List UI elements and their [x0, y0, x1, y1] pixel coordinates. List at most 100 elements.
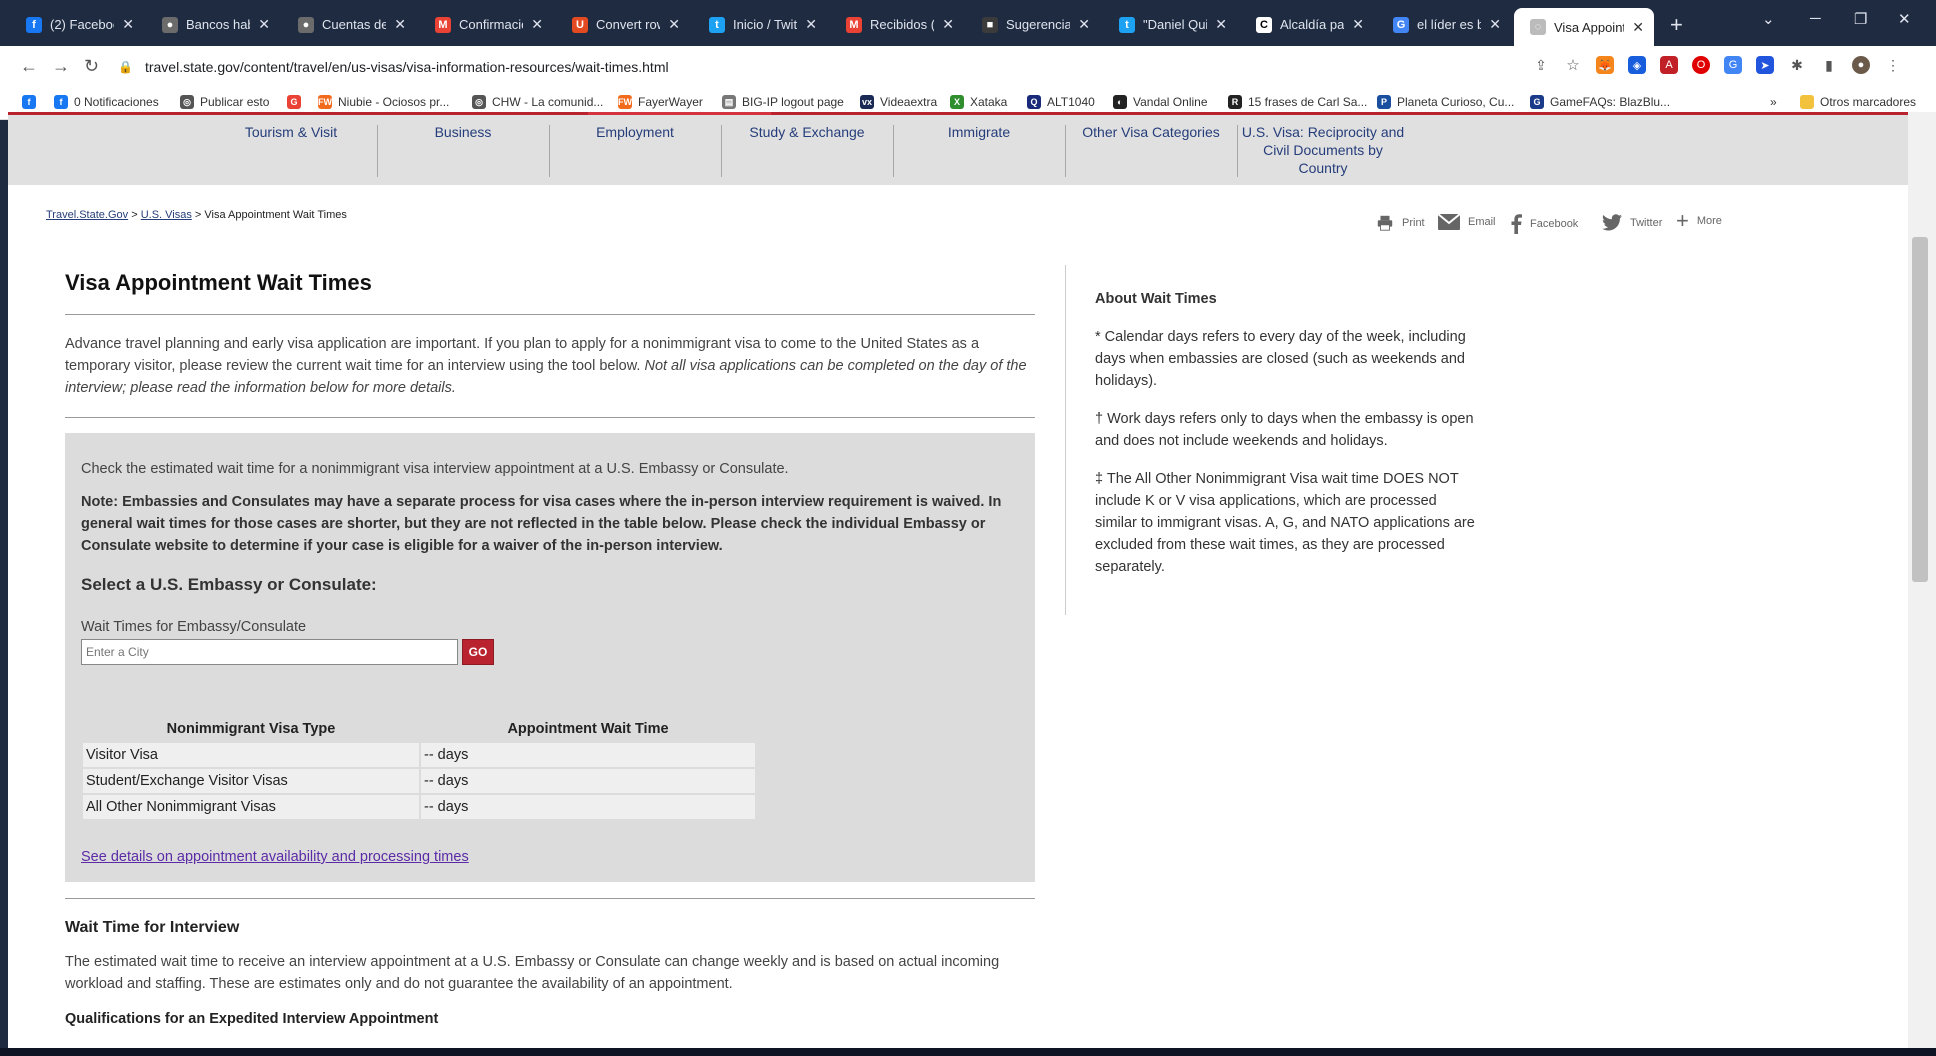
nav-item[interactable]: Tourism & Visit	[205, 123, 377, 141]
opera-icon[interactable]: O	[1692, 56, 1710, 74]
bookmark-item[interactable]: P Planeta Curioso, Cu...	[1377, 95, 1514, 109]
tab-title[interactable]: Recibidos (95	[870, 17, 934, 32]
close-tab-icon[interactable]: ✕	[1489, 16, 1501, 33]
browser-tab[interactable]: M Confirmación ✕	[419, 10, 553, 39]
bitwarden-icon[interactable]: ◈	[1628, 56, 1646, 74]
sidepanel-icon[interactable]: ▮	[1820, 56, 1838, 74]
bookmark-item[interactable]: ◎ CHW - La comunid...	[472, 95, 603, 109]
tab-title[interactable]: Visa Appointm	[1554, 20, 1624, 35]
tab-search-icon[interactable]: ⌄	[1762, 10, 1775, 28]
close-window-icon[interactable]: ✕	[1898, 10, 1911, 28]
bookmark-item[interactable]: FW Niubie - Ociosos pr...	[318, 95, 449, 109]
profile-avatar-icon[interactable]: ●	[1852, 56, 1870, 74]
close-tab-icon[interactable]: ✕	[531, 16, 543, 33]
nav-item[interactable]: Employment	[549, 123, 721, 141]
tab-title[interactable]: Cuentas de ah	[322, 17, 386, 32]
close-tab-icon[interactable]: ✕	[394, 16, 406, 33]
share-icon[interactable]: ⇪	[1532, 56, 1550, 74]
other-bookmarks[interactable]: Otros marcadores	[1800, 95, 1916, 109]
city-input[interactable]	[81, 639, 458, 665]
metamask-icon[interactable]: 🦊	[1596, 56, 1614, 74]
close-tab-icon[interactable]: ✕	[258, 16, 270, 33]
bookmark-item[interactable]: vx Videaextra	[860, 95, 937, 109]
bookmark-label[interactable]: Xataka	[970, 95, 1007, 109]
bookmark-item[interactable]: ▤ BIG-IP logout page	[722, 95, 844, 109]
close-tab-icon[interactable]: ✕	[668, 16, 680, 33]
back-icon[interactable]: ←	[20, 56, 38, 77]
browser-tab[interactable]: M Recibidos (95 ✕	[830, 10, 964, 39]
share-print[interactable]: Print	[1376, 214, 1425, 232]
scrollbar-thumb[interactable]	[1912, 237, 1928, 582]
bookmark-label[interactable]: Planeta Curioso, Cu...	[1397, 95, 1514, 109]
extensions-puzzle-icon[interactable]: ✱	[1788, 56, 1806, 74]
share-more[interactable]: + More	[1676, 210, 1722, 232]
bookmark-label[interactable]: Publicar esto	[200, 95, 269, 109]
bookmark-item[interactable]: X Xataka	[950, 95, 1007, 109]
browser-tab[interactable]: ■ Sugerencia d ✕	[966, 10, 1100, 39]
bookmark-label[interactable]: BIG-IP logout page	[742, 95, 844, 109]
browser-tab[interactable]: ◌ Visa Appointm ✕	[1514, 8, 1654, 46]
print-label[interactable]: Print	[1402, 217, 1425, 229]
tab-title[interactable]: (2) Facebook	[50, 17, 114, 32]
share-email[interactable]: Email	[1438, 214, 1496, 230]
bookmark-item[interactable]: ◐ Vandal Online	[1113, 95, 1208, 109]
nav-item[interactable]: Other Visa Categories	[1065, 123, 1237, 141]
browser-tab[interactable]: t "Daniel Quint ✕	[1103, 10, 1237, 39]
translate-icon[interactable]: G	[1724, 56, 1742, 74]
tab-title[interactable]: Bancos hablan	[186, 17, 250, 32]
tab-title[interactable]: Inicio / Twitte	[733, 17, 797, 32]
minimize-icon[interactable]: ─	[1810, 10, 1821, 27]
close-tab-icon[interactable]: ✕	[1078, 16, 1090, 33]
nav-item[interactable]: Business	[377, 123, 549, 141]
browser-tab[interactable]: U Convert row t ✕	[556, 10, 690, 39]
facebook-label[interactable]: Facebook	[1530, 218, 1578, 230]
lock-icon[interactable]: 🔒	[118, 60, 133, 74]
menu-kebab-icon[interactable]: ⋮	[1884, 56, 1902, 74]
browser-tab[interactable]: ● Cuentas de ah ✕	[282, 10, 416, 39]
nav-item[interactable]: Immigrate	[893, 123, 1065, 141]
bookmark-label[interactable]: GameFAQs: BlazBlu...	[1550, 95, 1670, 109]
browser-tab[interactable]: f (2) Facebook ✕	[10, 10, 144, 39]
tab-title[interactable]: el líder es bu	[1417, 17, 1481, 32]
bookmark-label[interactable]: Vandal Online	[1133, 95, 1208, 109]
new-tab-icon[interactable]: +	[1670, 12, 1683, 38]
close-tab-icon[interactable]: ✕	[942, 16, 954, 33]
bookmark-label[interactable]: FayerWayer	[638, 95, 703, 109]
go-button[interactable]: GO	[462, 639, 494, 665]
email-label[interactable]: Email	[1468, 216, 1496, 228]
page-scrollbar[interactable]	[1908, 112, 1936, 1048]
bookmark-item[interactable]: f 0 Notificaciones	[54, 95, 159, 109]
bookmark-item[interactable]: ◎ Publicar esto	[180, 95, 269, 109]
bookmark-label[interactable]: CHW - La comunid...	[492, 95, 603, 109]
more-label[interactable]: More	[1697, 215, 1722, 227]
address-bar[interactable]: 🔒 travel.state.gov/content/travel/en/us-…	[118, 52, 1518, 82]
nav-item[interactable]: Study & Exchange	[721, 123, 893, 141]
bookmark-label[interactable]: Videaextra	[880, 95, 937, 109]
twitter-label[interactable]: Twitter	[1630, 217, 1662, 229]
tab-title[interactable]: "Daniel Quint	[1143, 17, 1207, 32]
restore-icon[interactable]: ❐	[1854, 10, 1867, 28]
bookmark-item[interactable]: G	[287, 95, 307, 109]
breadcrumb-visas-link[interactable]: U.S. Visas	[141, 209, 192, 221]
tab-title[interactable]: Sugerencia d	[1006, 17, 1070, 32]
reload-icon[interactable]: ↻	[84, 56, 99, 77]
bookmark-item[interactable]: G GameFAQs: BlazBlu...	[1530, 95, 1670, 109]
bookmark-item[interactable]: Q ALT1040	[1027, 95, 1095, 109]
browser-tab[interactable]: Gel líder es bu ✕	[1377, 10, 1511, 39]
breadcrumb-home-link[interactable]: Travel.State.Gov	[46, 209, 128, 221]
close-tab-icon[interactable]: ✕	[1215, 16, 1227, 33]
bookmark-label[interactable]: 15 frases de Carl Sa...	[1248, 95, 1367, 109]
url-text[interactable]: travel.state.gov/content/travel/en/us-vi…	[145, 59, 669, 75]
bookmark-item[interactable]: R 15 frases de Carl Sa...	[1228, 95, 1367, 109]
bookmark-label[interactable]: 0 Notificaciones	[74, 95, 159, 109]
browser-tab[interactable]: C Alcaldía pagó ✕	[1240, 10, 1374, 39]
other-bookmarks-label[interactable]: Otros marcadores	[1820, 95, 1916, 109]
star-icon[interactable]: ☆	[1564, 56, 1582, 74]
bookmark-label[interactable]: Niubie - Ociosos pr...	[338, 95, 449, 109]
share-twitter[interactable]: Twitter	[1602, 214, 1662, 231]
bookmark-label[interactable]: ALT1040	[1047, 95, 1095, 109]
bookmark-item[interactable]: f	[22, 95, 42, 109]
bookmark-item[interactable]: FW FayerWayer	[618, 95, 703, 109]
close-tab-icon[interactable]: ✕	[122, 16, 134, 33]
close-tab-icon[interactable]: ✕	[1352, 16, 1364, 33]
